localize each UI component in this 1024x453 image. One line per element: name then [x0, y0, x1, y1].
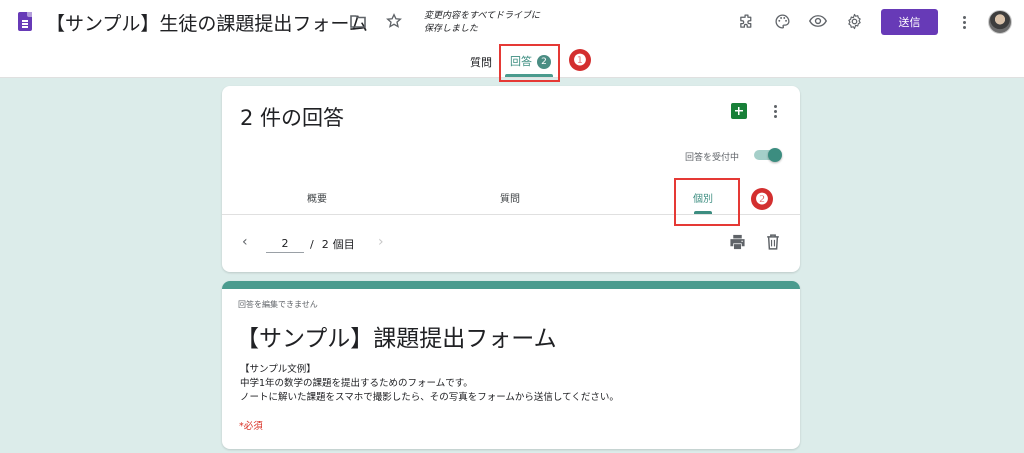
- next-response-icon[interactable]: ›: [378, 234, 384, 250]
- folder-icon[interactable]: [347, 10, 369, 32]
- annotation-box-2: [674, 178, 740, 226]
- save-status-line1: 変更内容をすべてドライブに: [424, 11, 541, 21]
- tab-question[interactable]: 質問: [500, 190, 520, 205]
- responses-more-icon[interactable]: [768, 103, 782, 119]
- form-description: 【サンプル文例】 中学1年の数学の課題を提出するためのフォームです。 ノートに解…: [240, 363, 619, 405]
- more-vert-icon[interactable]: [957, 14, 971, 30]
- required-note: *必須: [239, 421, 263, 432]
- preview-eye-icon[interactable]: [807, 10, 829, 32]
- addon-icon[interactable]: [735, 10, 757, 32]
- responses-count-title: 2 件の回答: [240, 106, 345, 130]
- annotation-marker-2: ❷: [751, 188, 773, 210]
- tab-questions[interactable]: 質問: [470, 54, 492, 70]
- theme-color-bar: [222, 281, 800, 289]
- toggle-knob: [768, 148, 782, 162]
- pager-unit: 個目: [332, 238, 355, 251]
- user-avatar[interactable]: [988, 10, 1012, 34]
- previous-response-icon[interactable]: ‹: [242, 234, 248, 250]
- form-title[interactable]: 【サンプル】生徒の課題提出フォーム: [46, 9, 368, 36]
- form-heading: 【サンプル】課題提出フォーム: [236, 326, 557, 352]
- pager-total: / 2 個目: [310, 236, 363, 252]
- star-icon[interactable]: [383, 10, 405, 32]
- pager-separator: /: [310, 238, 314, 251]
- description-line: 中学1年の数学の課題を提出するためのフォームです。: [240, 378, 473, 389]
- send-button[interactable]: 送信: [881, 9, 938, 35]
- no-edit-notice: 回答を編集できません: [238, 300, 318, 309]
- sheets-link-icon[interactable]: [731, 103, 747, 119]
- description-line: 【サンプル文例】: [240, 364, 316, 375]
- response-number-input[interactable]: [266, 234, 304, 253]
- print-icon[interactable]: [726, 231, 748, 253]
- annotation-box-1: [499, 44, 560, 82]
- settings-gear-icon[interactable]: [843, 10, 865, 32]
- description-line: ノートに解いた課題をスマホで撮影したら、その写真をフォームから送信してください。: [240, 392, 619, 403]
- delete-trash-icon[interactable]: [762, 231, 784, 253]
- palette-icon[interactable]: [771, 10, 793, 32]
- accepting-responses-label: 回答を受付中: [685, 153, 740, 163]
- save-status: 変更内容をすべてドライブに 保存しました: [424, 10, 564, 36]
- forms-app-icon[interactable]: [18, 12, 32, 31]
- pager-total-count: 2: [321, 238, 329, 251]
- form-response-card: 回答を編集できません 【サンプル】課題提出フォーム 【サンプル文例】 中学1年の…: [222, 281, 800, 449]
- annotation-marker-1: ❶: [569, 49, 591, 71]
- tab-summary[interactable]: 概要: [307, 190, 327, 205]
- accepting-responses-toggle[interactable]: [754, 148, 782, 162]
- save-status-line2: 保存しました: [424, 24, 479, 34]
